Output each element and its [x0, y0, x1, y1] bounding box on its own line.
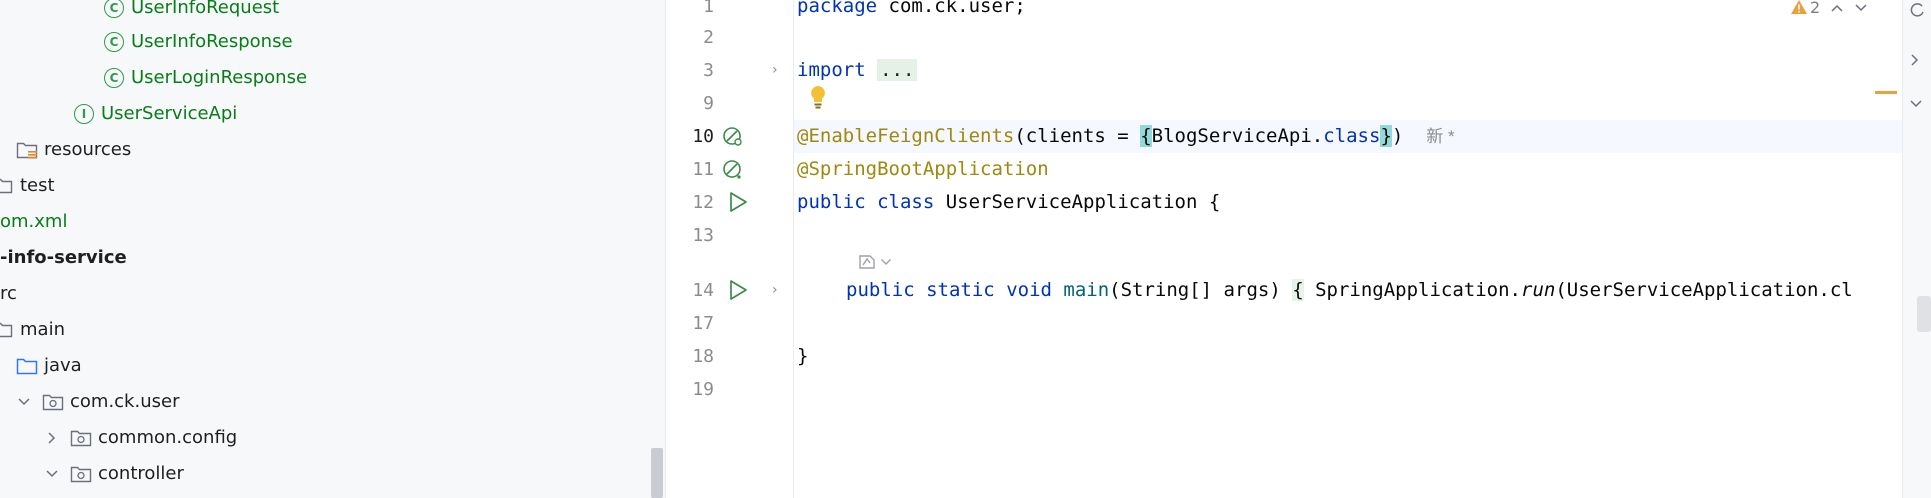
code-line-11: @SpringBootApplication	[797, 158, 1049, 180]
tree-item-userinforesponse[interactable]: C UserInfoResponse	[103, 24, 293, 60]
folder-icon	[0, 175, 14, 197]
tree-item-controller[interactable]: controller	[42, 456, 184, 492]
inspections-widget[interactable]: 2	[1790, 0, 1868, 17]
class-icon: C	[103, 31, 125, 53]
warning-icon	[1791, 0, 1807, 14]
editor-gutter: 1 2 3 › 9 10 11 12 13 14 › 17 18 19	[666, 0, 794, 498]
chevron-down-icon[interactable]	[14, 392, 34, 412]
chevron-down-icon[interactable]	[42, 464, 62, 484]
run-icon[interactable]	[726, 190, 750, 214]
line-number: 18	[692, 346, 714, 367]
package-icon	[70, 427, 92, 449]
editor-left-edge	[794, 0, 796, 498]
previous-highlight-icon[interactable]	[1830, 0, 1844, 17]
code-line-10: @EnableFeignClients(clients = {BlogServi…	[797, 125, 1455, 147]
code-line-3: import ...	[797, 54, 918, 87]
author-inlay-hint[interactable]: 新 *	[1426, 127, 1454, 146]
code-editor[interactable]: package com.ck.user; import ... @EnableF…	[794, 0, 1902, 498]
project-tree: C UserInfoRequest C UserInfoResponse C U…	[0, 0, 666, 498]
folded-imports[interactable]: ...	[877, 59, 918, 81]
code-vision-icon[interactable]	[856, 252, 892, 272]
tree-item-module[interactable]: -info-service	[0, 240, 127, 276]
tree-item-com-ck-user[interactable]: com.ck.user	[14, 384, 179, 420]
interface-icon: I	[73, 103, 95, 125]
folder-icon	[0, 319, 14, 341]
warning-stripe-marker[interactable]	[1875, 91, 1897, 94]
code-line-18: }	[797, 345, 809, 367]
tree-item-pom-xml[interactable]: om.xml	[0, 204, 67, 240]
tree-item-resources[interactable]: resources	[16, 132, 131, 168]
fold-expand-icon[interactable]: ›	[772, 282, 778, 298]
tree-item-test[interactable]: test	[0, 168, 55, 204]
class-icon: C	[103, 0, 125, 19]
resources-folder-icon	[16, 139, 38, 161]
chevron-right-icon[interactable]	[42, 428, 62, 448]
spring-boot-icon[interactable]	[720, 157, 746, 183]
package-icon	[70, 463, 92, 485]
chevron-down-icon[interactable]	[1909, 94, 1923, 113]
warning-indicator[interactable]: 2	[1790, 0, 1820, 17]
tree-item-java[interactable]: java	[16, 348, 82, 384]
refresh-icon[interactable]	[1908, 2, 1926, 21]
source-folder-icon	[16, 355, 38, 377]
code-line-12: public class UserServiceApplication {	[797, 191, 1221, 213]
line-number: 17	[692, 313, 714, 334]
tree-item-common-config[interactable]: common.config	[42, 420, 237, 456]
tree-item-userinforequest[interactable]: C UserInfoRequest	[103, 0, 279, 26]
line-number: 14	[692, 280, 714, 301]
line-number: 9	[703, 93, 714, 114]
line-number: 12	[692, 192, 714, 213]
line-number: 10	[692, 126, 714, 147]
line-number: 13	[692, 225, 714, 246]
tree-scrollbar[interactable]	[651, 448, 663, 498]
tree-item-main[interactable]: main	[0, 312, 65, 348]
editor-scrollbar[interactable]	[1917, 296, 1931, 332]
next-highlight-icon[interactable]	[1854, 0, 1868, 17]
code-line-14: public static void main(String[] args) {…	[846, 279, 1853, 301]
tree-item-src[interactable]: rc	[0, 276, 17, 312]
package-icon	[42, 391, 64, 413]
tree-item-userloginresponse[interactable]: C UserLoginResponse	[103, 60, 307, 96]
tree-item-userserviceapi[interactable]: I UserServiceApi	[73, 96, 237, 132]
bean-navigate-icon[interactable]	[720, 124, 746, 150]
line-number: 19	[692, 379, 714, 400]
fold-expand-icon[interactable]: ›	[772, 62, 778, 78]
right-tool-strip	[1902, 0, 1931, 498]
code-line-1: package com.ck.user;	[797, 0, 1026, 17]
line-number: 3	[703, 60, 714, 81]
line-number: 11	[692, 159, 714, 180]
run-icon[interactable]	[726, 278, 750, 302]
line-number: 2	[703, 27, 714, 48]
line-number: 1	[703, 0, 714, 17]
lightbulb-icon[interactable]	[808, 84, 828, 114]
chevron-right-icon[interactable]	[1910, 52, 1920, 71]
class-icon: C	[103, 67, 125, 89]
